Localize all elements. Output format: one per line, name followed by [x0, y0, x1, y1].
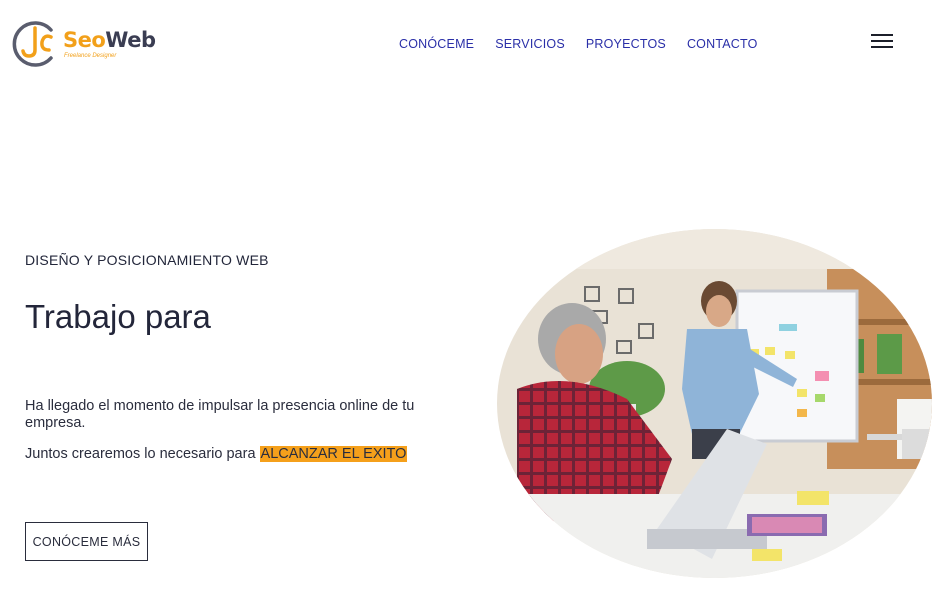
nav-servicios[interactable]: SERVICIOS: [495, 37, 565, 51]
tagline-highlight: ALCANZAR EL EXITO: [259, 446, 408, 462]
site-logo[interactable]: SeoWeb Freelance Designer: [11, 20, 161, 68]
site-header: SeoWeb Freelance Designer CONÓCEME SERVI…: [0, 0, 952, 88]
nav-conoceme[interactable]: CONÓCEME: [399, 37, 474, 51]
main-nav: CONÓCEME SERVICIOS PROYECTOS CONTACTO: [399, 37, 758, 51]
jc-logo-icon: [12, 21, 53, 67]
hero-photo: [497, 229, 932, 578]
office-meeting-image: [497, 229, 932, 578]
nav-contacto[interactable]: CONTACTO: [687, 37, 758, 51]
logo-tagline: Freelance Designer: [64, 53, 117, 59]
hero-eyebrow: DISEÑO Y POSICIONAMIENTO WEB: [25, 252, 269, 268]
nav-proyectos[interactable]: PROYECTOS: [586, 37, 666, 51]
conoceme-mas-button[interactable]: CONÓCEME MÁS: [25, 522, 148, 561]
tagline-prefix: Juntos crearemos lo necesario para: [25, 446, 260, 462]
hamburger-icon[interactable]: [871, 34, 893, 50]
hero-title: Trabajo para: [25, 298, 211, 335]
hero-description: Ha llegado el momento de impulsar la pre…: [25, 398, 415, 431]
hero-tagline: Juntos crearemos lo necesario para ALCAN…: [25, 446, 408, 462]
logo-wordmark: SeoWeb: [63, 28, 156, 52]
